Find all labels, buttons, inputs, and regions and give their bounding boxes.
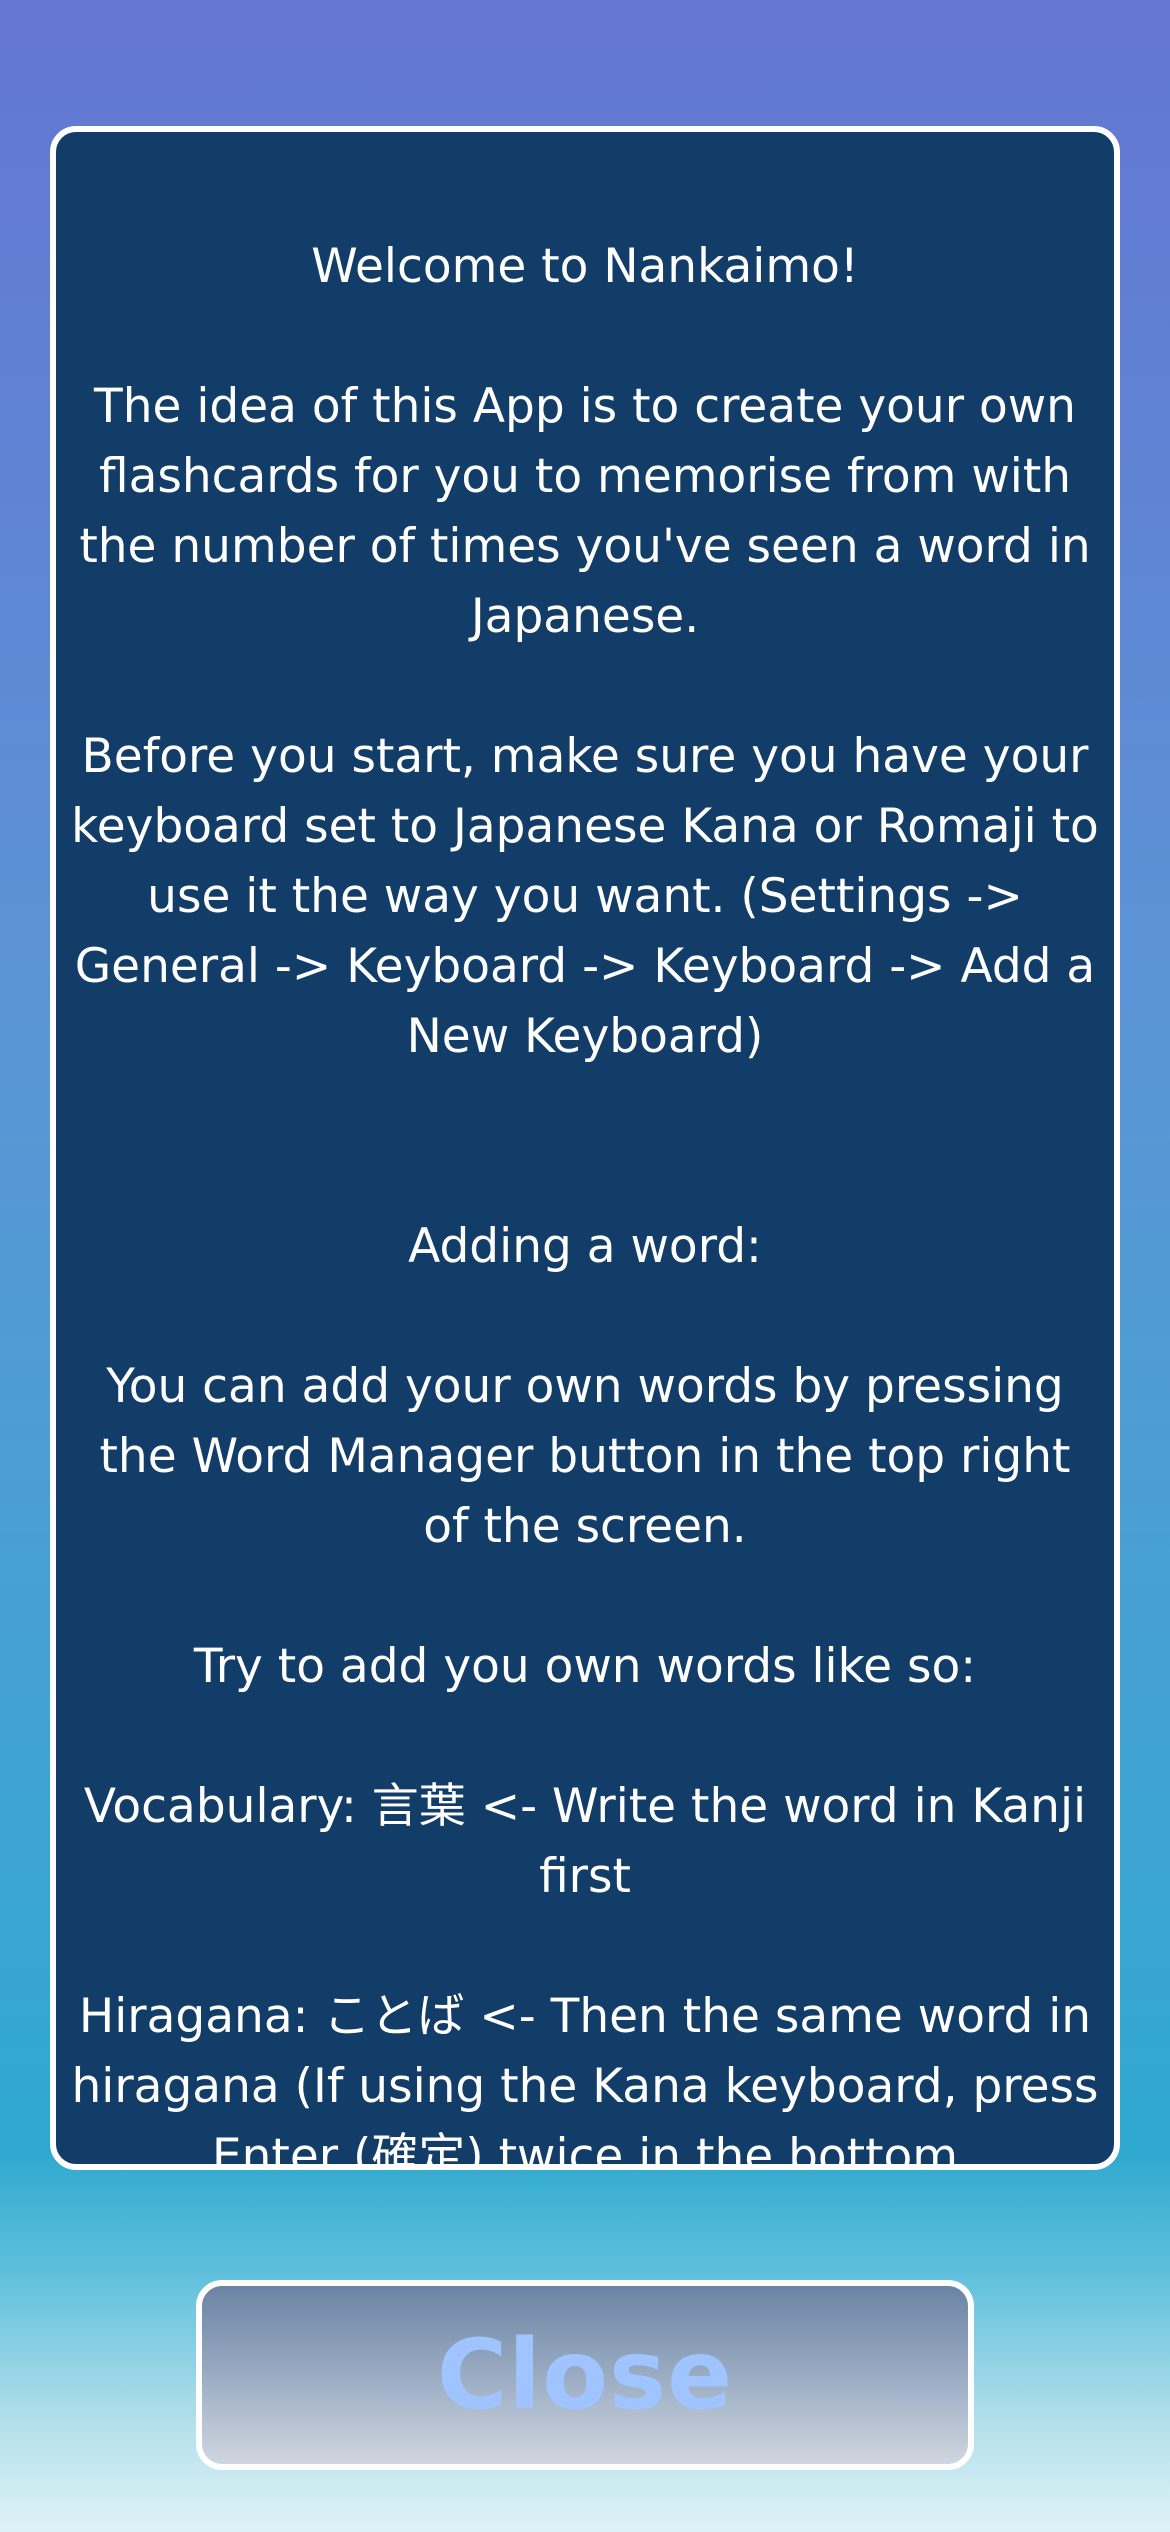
close-button[interactable]: Close: [196, 2280, 974, 2470]
vocabulary-example: Vocabulary: 言葉 <- Write the word in Kanj…: [83, 1779, 1087, 1904]
keyboard-setup-text: Before you start, make sure you have you…: [71, 729, 1099, 1064]
intro-paragraph: The idea of this App is to create your o…: [79, 379, 1091, 644]
welcome-title: Welcome to Nankaimo!: [311, 239, 859, 294]
adding-word-heading: Adding a word:: [408, 1219, 762, 1274]
add-words-instruction: Try to add you own words like so:: [193, 1639, 977, 1694]
welcome-dialog[interactable]: Welcome to Nankaimo! The idea of this Ap…: [50, 126, 1120, 2170]
word-manager-paragraph: You can add your own words by pressing t…: [99, 1359, 1071, 1554]
dialog-scroll-content[interactable]: Welcome to Nankaimo! The idea of this Ap…: [56, 232, 1114, 2170]
close-button-label: Close: [436, 2319, 734, 2431]
hiragana-example: Hiragana: ことば <- Then the same word in h…: [71, 1989, 1099, 2170]
keyboard-setup-paragraph: Before you start, make sure you have you…: [70, 722, 1100, 1072]
